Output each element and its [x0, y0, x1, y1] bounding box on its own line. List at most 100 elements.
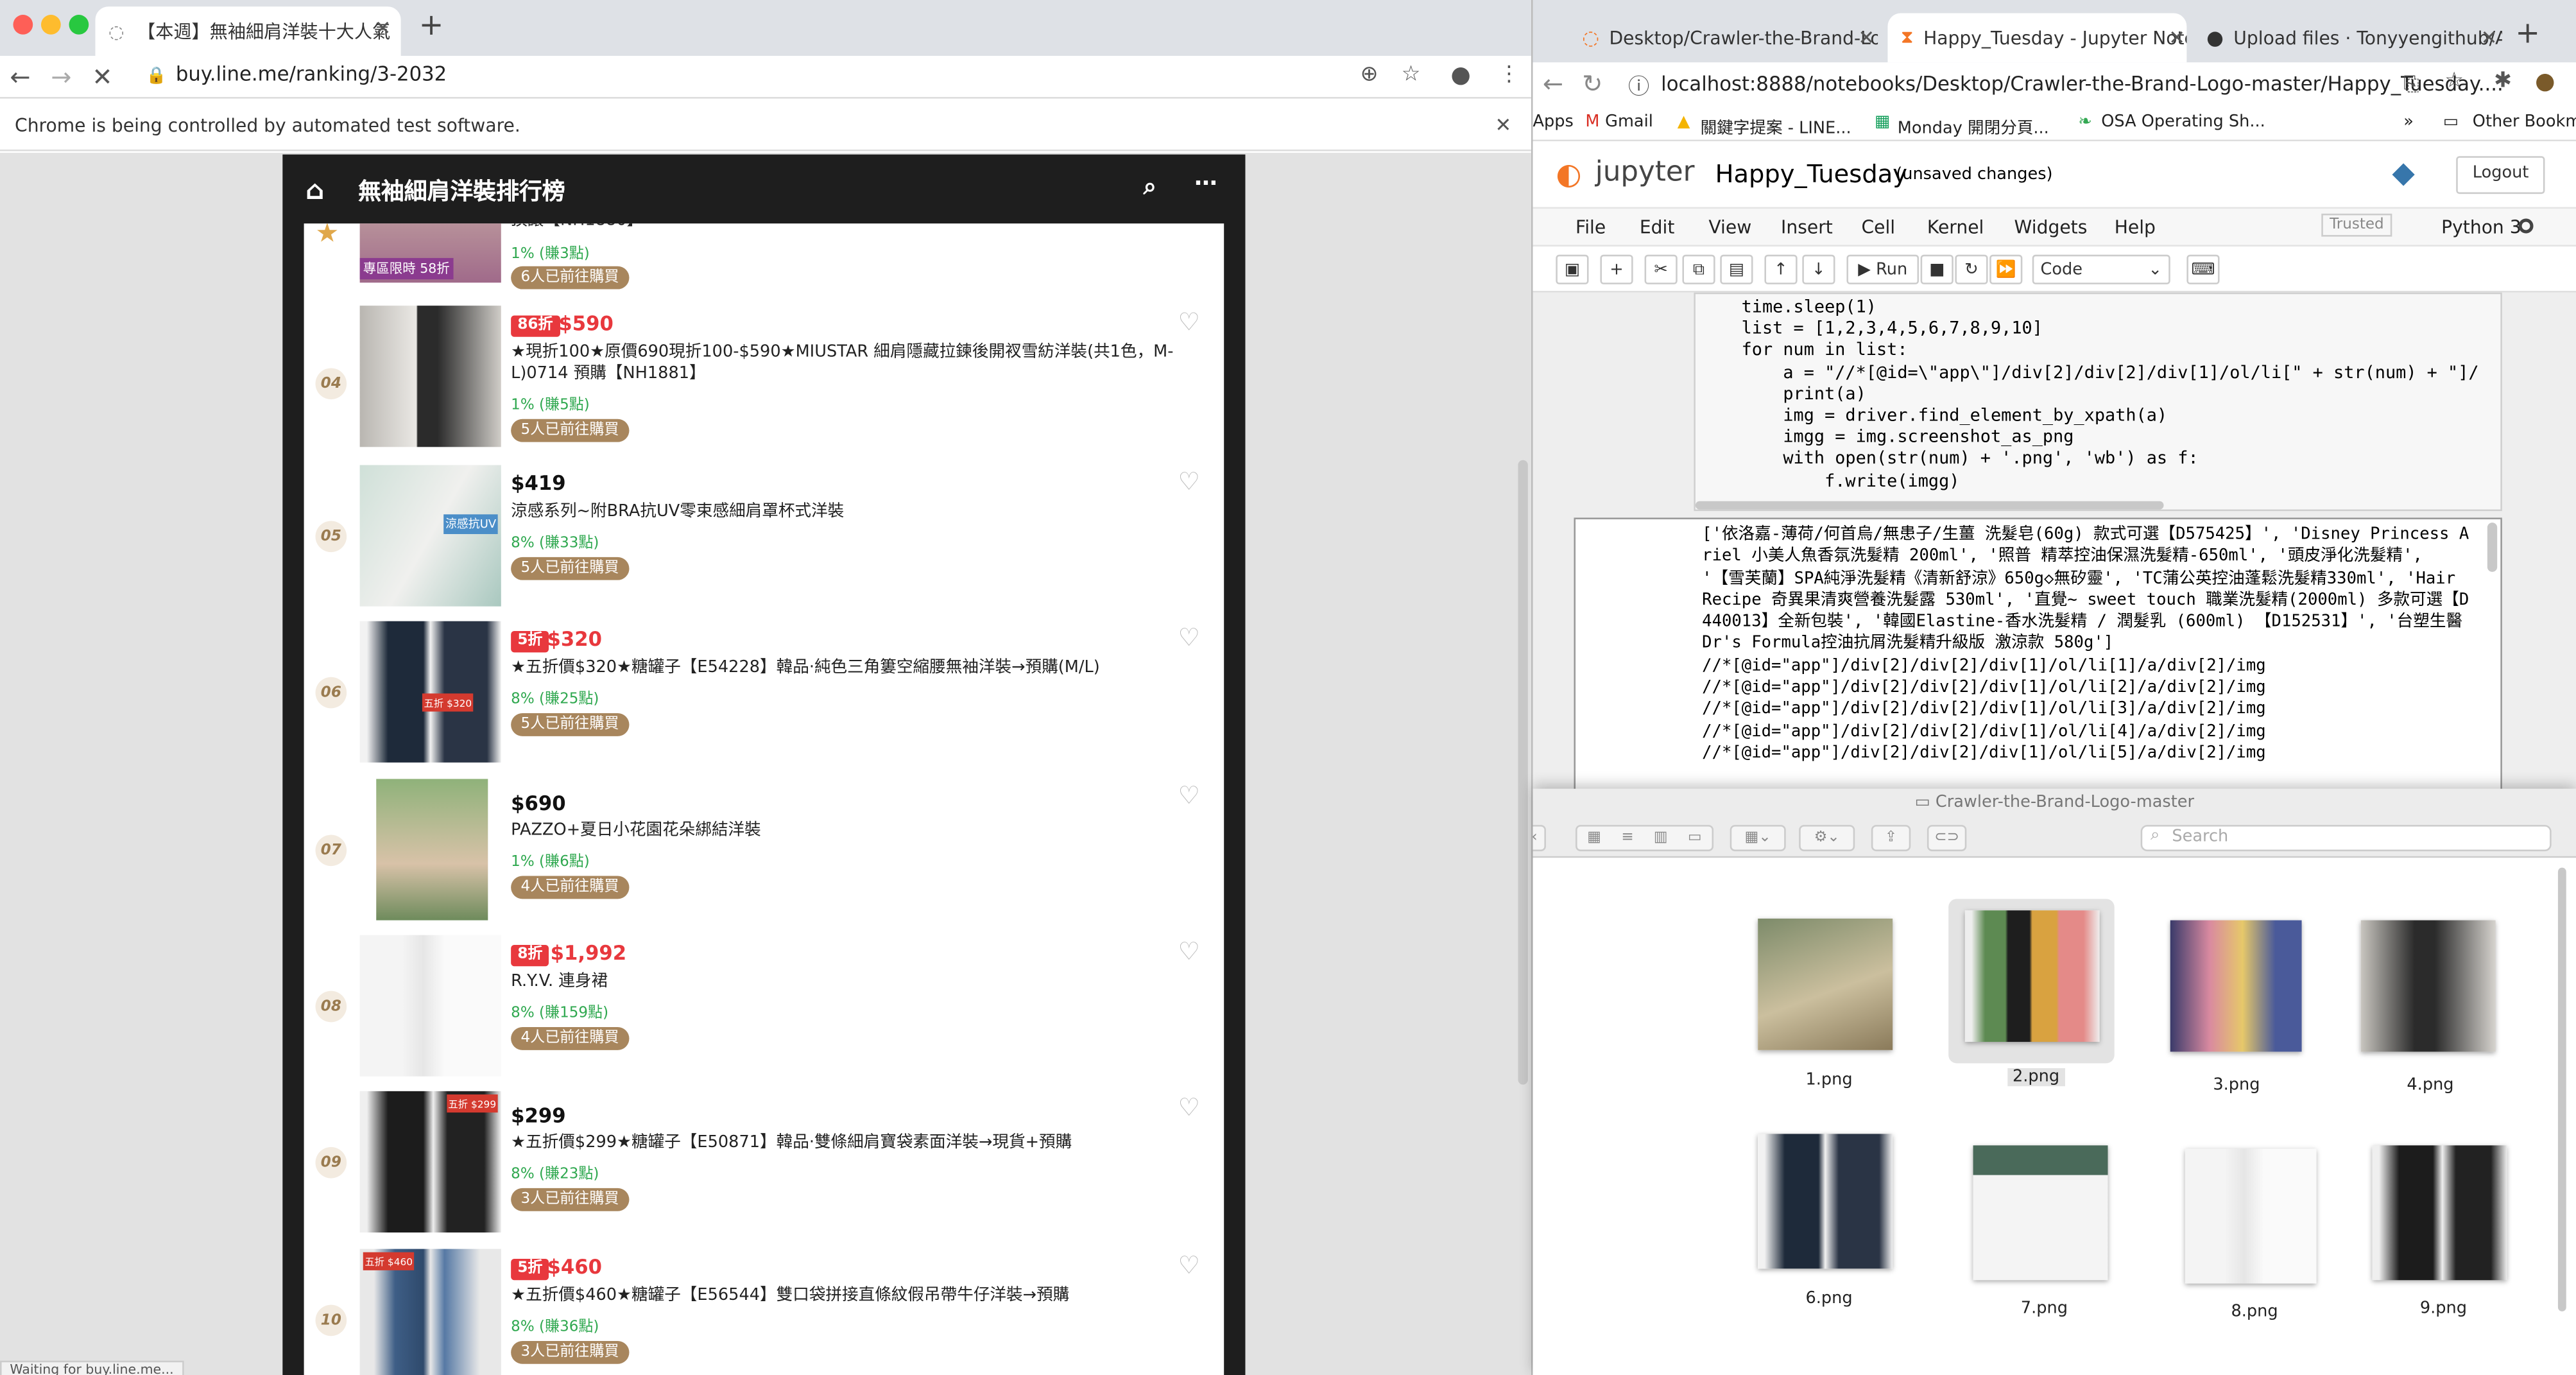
finder-scrollbar[interactable]: [2557, 867, 2566, 1311]
keyboard-icon[interactable]: ⌨: [2186, 254, 2220, 284]
move-down-icon[interactable]: ↓: [1802, 254, 1835, 284]
zoom-window-button[interactable]: [69, 15, 89, 35]
restart-icon[interactable]: ↻: [1955, 254, 1988, 284]
file-name[interactable]: 6.png: [1805, 1290, 1852, 1308]
heart-icon[interactable]: ♡: [1178, 467, 1200, 496]
search-field[interactable]: Search: [2140, 825, 2552, 852]
home-icon[interactable]: ⌂: [305, 174, 324, 205]
bookmark-keyword[interactable]: 關鍵字提案 - LINE...: [1701, 114, 1851, 138]
action-gear-icon[interactable]: ⚙⌄: [1799, 825, 1855, 852]
forward-button[interactable]: →: [51, 62, 71, 92]
close-info-bar-icon[interactable]: ✕: [1495, 114, 1511, 137]
file-thumbnail[interactable]: [2360, 920, 2496, 1052]
file-name[interactable]: 2.png: [2007, 1068, 2065, 1087]
list-item[interactable]: 06 五折 $320 5折 $320 ★五折價$320★糖罐子【E54228】韓…: [304, 621, 1224, 777]
new-tab-button[interactable]: +: [2515, 17, 2540, 51]
url-text[interactable]: buy.line.me/ranking/3-2032: [176, 62, 447, 85]
cell-type-select[interactable]: Code ⌄: [2032, 254, 2170, 284]
menu-view[interactable]: View: [1708, 217, 1751, 238]
output-scrollbar[interactable]: [2487, 523, 2498, 572]
minimize-window-button[interactable]: [41, 15, 61, 35]
menu-cell[interactable]: Cell: [1861, 217, 1895, 238]
menu-help[interactable]: Help: [2115, 217, 2156, 238]
translate-icon[interactable]: ⎘: [2403, 73, 2419, 97]
run-all-icon[interactable]: ⏩: [1989, 254, 2023, 284]
share-icon[interactable]: ⇪: [1871, 825, 1911, 852]
tab-crawler[interactable]: ◌ Desktop/Crawler-the-Brand-Lo: [1582, 13, 1878, 62]
list-item[interactable]: 專區限時 58折 ★ 頂讓【NH1880】 1% (賺3點) 6人已前往購買: [304, 223, 1224, 294]
move-up-icon[interactable]: ↑: [1764, 254, 1798, 284]
list-item[interactable]: 09 五折 $299 $299 ★五折價$299★糖罐子【E50871】韓品·雙…: [304, 1091, 1224, 1247]
menu-widgets[interactable]: Widgets: [2014, 217, 2088, 238]
logout-button[interactable]: Logout: [2456, 156, 2546, 195]
insert-cell-icon[interactable]: +: [1600, 254, 1633, 284]
close-tab-icon[interactable]: ✕: [375, 17, 391, 40]
back-forward-icon[interactable]: ‹: [1533, 825, 1546, 852]
more-icon[interactable]: ⋯: [1194, 171, 1217, 197]
view-mode-group[interactable]: ▦ ≡ ▥ ▭: [1576, 825, 1714, 852]
file-thumbnail[interactable]: [1973, 1145, 2108, 1281]
column-view-icon[interactable]: ▥: [1654, 830, 1668, 847]
product-image[interactable]: [376, 779, 488, 921]
more-bookmarks-icon[interactable]: »: [2403, 114, 2414, 132]
search-icon[interactable]: ⌕: [1144, 174, 1156, 200]
file-name[interactable]: 1.png: [1805, 1071, 1852, 1089]
close-tab-icon[interactable]: ✕: [2481, 26, 2498, 49]
star-icon[interactable]: ☆: [1402, 62, 1421, 87]
heart-icon[interactable]: ♡: [1178, 1093, 1200, 1122]
notebook-name[interactable]: Happy_Tuesday: [1715, 159, 1907, 189]
star-icon[interactable]: ☆: [2444, 69, 2464, 94]
profile-icon[interactable]: ●: [1450, 62, 1470, 89]
save-icon[interactable]: ▣: [1556, 254, 1589, 284]
trusted-indicator[interactable]: Trusted: [2321, 213, 2392, 237]
list-item[interactable]: 08 8折 $1,992 R.Y.V. 連身裙 8% (賺159點) 4人已前往…: [304, 935, 1224, 1091]
product-image[interactable]: [359, 306, 501, 447]
file-thumbnail[interactable]: [1758, 1134, 1893, 1269]
cut-icon[interactable]: ✂: [1644, 254, 1678, 284]
copy-icon[interactable]: ⧉: [1682, 254, 1715, 284]
file-thumbnail[interactable]: [2185, 1148, 2317, 1284]
profile-avatar[interactable]: ●: [2535, 69, 2555, 96]
gallery-view-icon[interactable]: ▭: [1688, 830, 1702, 847]
file-name[interactable]: 7.png: [2021, 1300, 2068, 1318]
run-button[interactable]: ▶ Run: [1846, 254, 1919, 284]
product-image[interactable]: 涼感抗UV: [359, 465, 501, 607]
menu-kebab-icon[interactable]: ⋮: [1498, 62, 1520, 87]
bookmark-gmail[interactable]: Gmail: [1605, 114, 1653, 132]
product-image[interactable]: 五折 $320: [359, 621, 501, 763]
close-window-button[interactable]: [13, 15, 33, 35]
menu-file[interactable]: File: [1576, 217, 1606, 238]
heart-icon[interactable]: ♡: [1178, 1250, 1200, 1280]
tab-ranking[interactable]: ◌ 【本週】無袖細肩洋裝十大人氣: [95, 6, 401, 56]
back-button[interactable]: ←: [10, 62, 30, 92]
bookmark-other[interactable]: Other Bookmarks: [2473, 114, 2576, 132]
reload-button[interactable]: ↻: [1582, 69, 1602, 99]
file-name[interactable]: 8.png: [2231, 1303, 2278, 1321]
tab-notebook[interactable]: ⧗ Happy_Tuesday - Jupyter Note: [1887, 13, 2187, 63]
new-tab-button[interactable]: +: [419, 8, 444, 43]
file-thumbnail[interactable]: [1758, 919, 1893, 1050]
menu-edit[interactable]: Edit: [1640, 217, 1675, 238]
heart-icon[interactable]: ♡: [1178, 937, 1200, 966]
add-site-icon[interactable]: ⊕: [1361, 62, 1378, 87]
interrupt-icon[interactable]: ■: [1920, 254, 1953, 284]
bookmark-osa[interactable]: OSA Operating Sh...: [2101, 114, 2265, 132]
list-item[interactable]: 04 86折 $590 ★現折100★原價690現折100-$590★MIUST…: [304, 306, 1224, 462]
code-scrollbar[interactable]: [1695, 501, 2164, 510]
code-text[interactable]: time.sleep(1) list = [1,2,3,4,5,6,7,8,9,…: [1742, 297, 2479, 492]
file-thumbnail[interactable]: [2372, 1145, 2507, 1281]
stop-button[interactable]: ✕: [92, 62, 112, 92]
icon-view-icon[interactable]: ▦: [1587, 830, 1601, 847]
menu-kernel[interactable]: Kernel: [1927, 217, 1984, 238]
url-text[interactable]: localhost:8888/notebooks/Desktop/Crawler…: [1661, 73, 2503, 96]
group-by-icon[interactable]: ▦⌄: [1730, 825, 1786, 852]
back-button[interactable]: ←: [1543, 69, 1563, 99]
heart-icon[interactable]: ♡: [1178, 307, 1200, 337]
product-image[interactable]: 五折 $460: [359, 1249, 501, 1375]
extensions-icon[interactable]: ✱: [2494, 69, 2512, 94]
product-image[interactable]: 五折 $299: [359, 1091, 501, 1232]
heart-icon[interactable]: ♡: [1178, 623, 1200, 652]
file-name[interactable]: 3.png: [2213, 1077, 2260, 1094]
heart-icon[interactable]: ♡: [1178, 781, 1200, 810]
list-item[interactable]: 10 五折 $460 5折 $460 ★五折價$460★糖罐子【E56544】雙…: [304, 1249, 1224, 1375]
